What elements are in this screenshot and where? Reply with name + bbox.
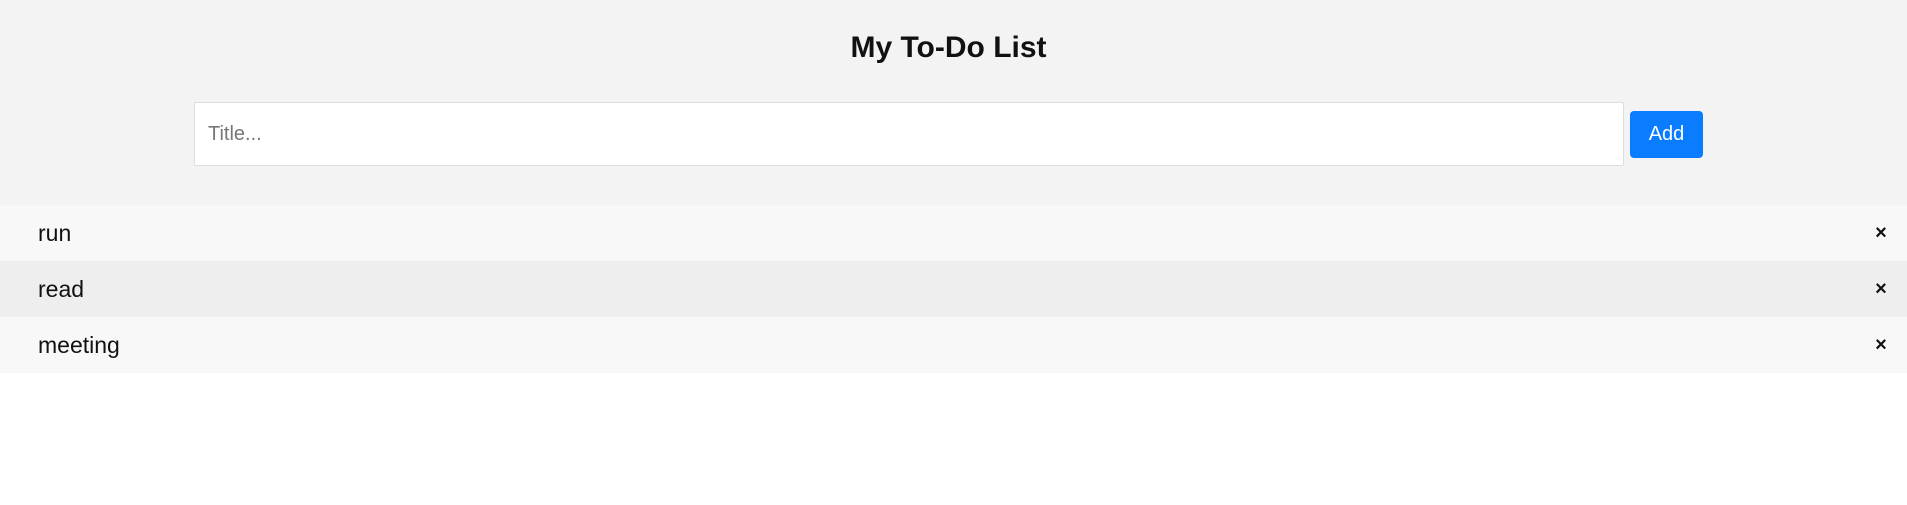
page-title: My To-Do List [850,31,1047,64]
close-icon[interactable]: × [1869,277,1893,301]
header: My To-Do List Add [0,0,1907,205]
todo-label: run [38,219,72,246]
todo-item[interactable]: read × [0,261,1907,317]
close-icon[interactable]: × [1869,333,1893,357]
close-icon[interactable]: × [1869,221,1893,245]
todo-label: read [38,275,85,302]
todo-item[interactable]: meeting × [0,317,1907,373]
input-row: Add [194,102,1703,166]
todo-item[interactable]: run × [0,205,1907,261]
todo-list: run × read × meeting × [0,205,1907,373]
title-input[interactable] [194,102,1624,166]
todo-label: meeting [38,331,120,358]
add-button[interactable]: Add [1630,110,1703,158]
